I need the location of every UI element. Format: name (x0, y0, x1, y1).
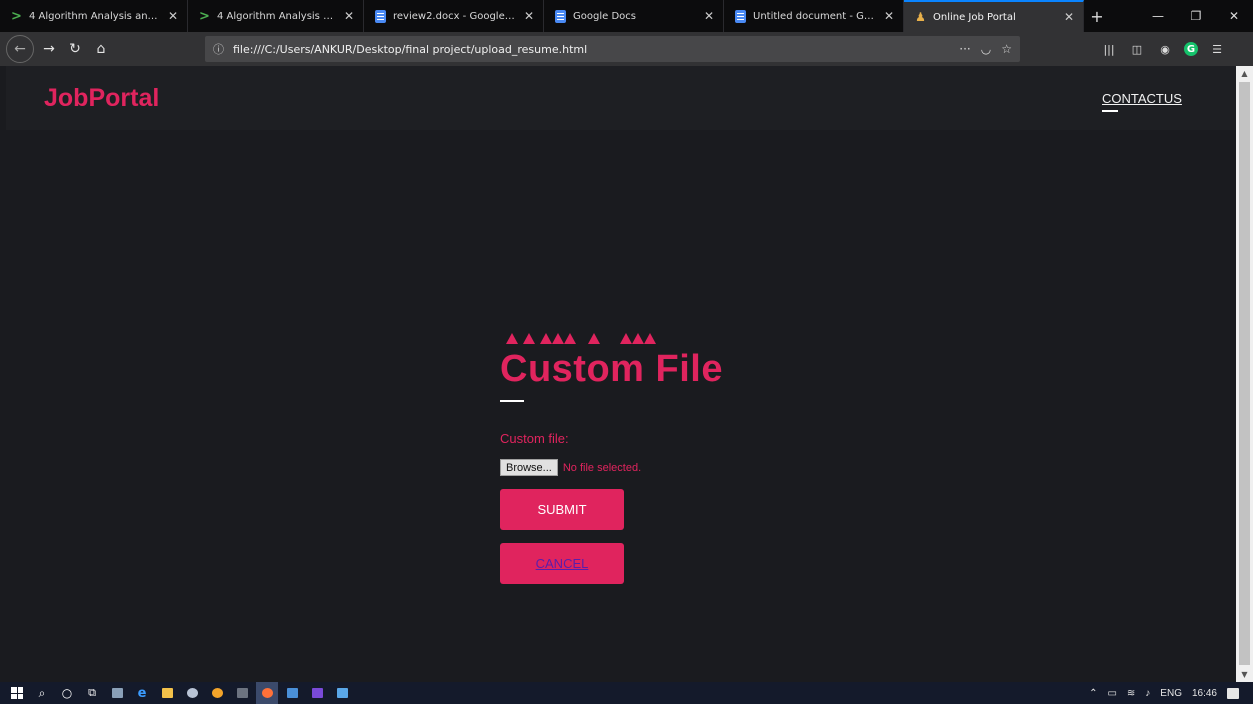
volume-icon[interactable]: ♪ (1145, 688, 1150, 699)
close-window-icon[interactable]: ✕ (1215, 0, 1253, 32)
person-icon: ♟ (915, 10, 926, 24)
url-text[interactable]: file:///C:/Users/ANKUR/Desktop/final pro… (233, 43, 959, 56)
google-docs-icon (554, 9, 567, 23)
cortana-icon[interactable]: ○ (56, 682, 78, 704)
triangle-icon (644, 333, 656, 344)
brand-logo[interactable]: JobPortal (44, 84, 159, 113)
bookmark-star-icon[interactable]: ☆ (1001, 42, 1012, 56)
file-field-label: Custom file: (500, 431, 569, 446)
google-docs-icon (374, 9, 387, 23)
scrollbar-thumb[interactable] (1239, 82, 1250, 665)
language-indicator[interactable]: ENG (1160, 688, 1182, 699)
triangle-icon (564, 333, 576, 344)
chrome-icon[interactable] (206, 682, 228, 704)
green-arrow-icon: > (11, 8, 22, 24)
scroll-up-arrow-icon[interactable]: ▲ (1236, 66, 1253, 81)
windows-start-icon[interactable] (6, 682, 28, 704)
browser-tab[interactable]: Google Docs ✕ (544, 0, 724, 32)
clock[interactable]: 16:46 (1192, 688, 1217, 699)
browser-tab[interactable]: > 4 Algorithm Analysis and Desi ✕ (188, 0, 364, 32)
triangle-decoration (506, 330, 656, 344)
tab-title: Online Job Portal (933, 11, 1016, 23)
more-actions-icon[interactable]: ··· (959, 42, 970, 56)
photos-icon[interactable] (281, 682, 303, 704)
browser-tab[interactable]: review2.docx - Google Docs ✕ (364, 0, 544, 32)
file-explorer-icon[interactable] (156, 682, 178, 704)
file-input[interactable]: Browse... No file selected. (500, 459, 641, 476)
window-controls: — ❐ ✕ (1139, 0, 1253, 32)
info-icon[interactable]: ⓘ (213, 41, 227, 57)
wifi-icon[interactable]: ≋ (1127, 688, 1135, 699)
grammarly-icon[interactable]: G (1184, 42, 1198, 56)
edge-browser-icon[interactable]: e (131, 682, 153, 704)
page-title: Custom File (500, 348, 723, 390)
vertical-scrollbar[interactable]: ▲ ▼ (1236, 66, 1253, 682)
restore-icon[interactable]: ❐ (1177, 0, 1215, 32)
nav-underline-decoration (1102, 110, 1118, 112)
minimize-icon[interactable]: — (1139, 0, 1177, 32)
triangle-icon (632, 333, 644, 344)
media-player-icon[interactable] (181, 682, 203, 704)
tab-title: Untitled document - Google D (753, 10, 877, 22)
tab-title: 4 Algorithm Analysis and Desi (29, 10, 161, 22)
triangle-icon (506, 333, 518, 344)
triangle-icon (540, 333, 552, 344)
close-icon[interactable]: ✕ (523, 9, 535, 23)
scroll-down-arrow-icon[interactable]: ▼ (1236, 667, 1253, 682)
cancel-button[interactable]: CANCEL (500, 543, 624, 584)
site-header: JobPortal CONTACTUS (6, 66, 1236, 130)
new-tab-button[interactable]: + (1084, 0, 1110, 32)
intellij-icon[interactable] (306, 682, 328, 704)
tab-title: 4 Algorithm Analysis and Desi (217, 10, 337, 22)
library-icon[interactable]: ||| (1100, 40, 1118, 58)
browser-tab-active[interactable]: ♟ Online Job Portal ✕ (904, 0, 1084, 32)
firefox-icon[interactable] (256, 682, 278, 704)
browser-nav-bar: ← → ↻ ⌂ ⓘ file:///C:/Users/ANKUR/Desktop… (0, 32, 1253, 66)
submit-button[interactable]: SUBMIT (500, 489, 624, 530)
close-icon[interactable]: ✕ (343, 9, 355, 23)
triangle-icon (620, 333, 632, 344)
file-status-text: No file selected. (562, 461, 642, 474)
task-view-icon[interactable]: ⧉ (81, 682, 103, 704)
browser-tab[interactable]: > 4 Algorithm Analysis and Desi ✕ (0, 0, 188, 32)
page-viewport: JobPortal CONTACTUS Custom File Custom f… (6, 66, 1236, 682)
browser-tab-strip: > 4 Algorithm Analysis and Desi ✕ > 4 Al… (0, 0, 1253, 32)
forward-arrow-icon[interactable]: → (36, 36, 62, 62)
triangle-icon (523, 333, 535, 344)
back-arrow-icon[interactable]: ← (6, 35, 34, 63)
menu-icon[interactable]: ☰ (1208, 40, 1226, 58)
chevron-up-icon[interactable]: ⌃ (1089, 688, 1097, 699)
battery-icon[interactable]: ▭ (1107, 688, 1116, 699)
triangle-icon (588, 333, 600, 344)
tab-title: review2.docx - Google Docs (393, 10, 517, 22)
google-docs-icon (734, 9, 747, 23)
system-tray: ⌃ ▭ ≋ ♪ ENG 16:46 (1089, 687, 1253, 699)
browse-button[interactable]: Browse... (500, 459, 558, 476)
close-icon[interactable]: ✕ (703, 9, 715, 23)
windows-taskbar: ⌕ ○ ⧉ e ⌃ ▭ ≋ ♪ ENG 16:46 (0, 682, 1253, 704)
title-underline-decoration (500, 400, 524, 402)
home-icon[interactable]: ⌂ (88, 36, 114, 62)
notification-icon[interactable] (1227, 687, 1239, 699)
account-icon[interactable]: ◉ (1156, 40, 1174, 58)
tab-title: Google Docs (573, 10, 636, 22)
notepad-icon[interactable] (331, 682, 353, 704)
browser-tab[interactable]: Untitled document - Google D ✕ (724, 0, 904, 32)
green-arrow-icon: > (199, 8, 210, 24)
sidebar-icon[interactable]: ◫ (1128, 40, 1146, 58)
search-icon[interactable]: ⌕ (31, 682, 53, 704)
toolbar-icons: ||| ◫ ◉ G ☰ (1100, 32, 1226, 66)
close-icon[interactable]: ✕ (167, 9, 179, 23)
contact-us-link[interactable]: CONTACTUS (1102, 91, 1182, 106)
close-icon[interactable]: ✕ (883, 9, 895, 23)
terminal-icon[interactable] (231, 682, 253, 704)
reload-icon[interactable]: ↻ (62, 36, 88, 62)
triangle-icon (552, 333, 564, 344)
calculator-icon[interactable] (106, 682, 128, 704)
pocket-icon[interactable]: ◡ (981, 42, 991, 56)
close-icon[interactable]: ✕ (1063, 10, 1075, 24)
url-bar[interactable]: ⓘ file:///C:/Users/ANKUR/Desktop/final p… (205, 36, 1020, 62)
